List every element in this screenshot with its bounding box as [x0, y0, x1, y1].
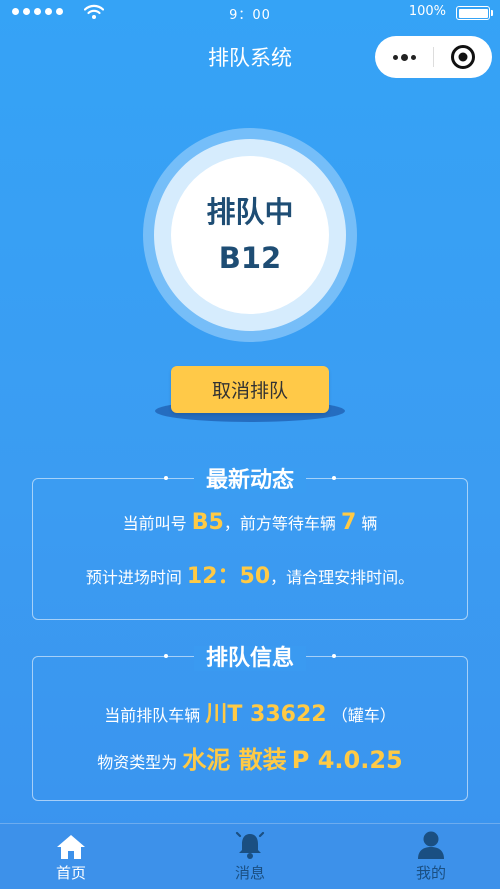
vehicle-plate-row: 当前排队车辆 川T 33622 （罐车）	[104, 702, 396, 727]
tab-home-label: 首页	[55, 864, 86, 882]
latest-news-title: 最新动态	[0, 462, 500, 494]
tab-profile[interactable]: 我的	[386, 830, 476, 883]
home-icon	[57, 835, 85, 859]
tab-bar: 首页 消息 我的	[0, 823, 500, 889]
tab-messages-label: 消息	[234, 864, 265, 882]
queue-status-ring: 排队中 B12	[143, 128, 357, 342]
queue-status-ring-inner: 排队中 B12	[154, 139, 346, 331]
bell-icon	[235, 831, 265, 859]
current-called-number: B5	[191, 510, 224, 535]
user-icon	[418, 831, 444, 859]
nav-bar: 排队系统	[0, 34, 500, 78]
material-spec: P 4.0.25	[291, 746, 403, 774]
vehicle-plate: 川T 33622	[205, 702, 327, 727]
estimated-entry-row: 预计进场时间 12：50，请合理安排时间。	[85, 564, 415, 589]
battery-icon	[456, 6, 493, 20]
queue-info-card	[32, 656, 468, 801]
material-type-row: 物资类型为 水泥 散装 P 4.0.25	[97, 746, 403, 774]
close-button[interactable]	[434, 44, 492, 70]
queue-info-title: 排队信息	[0, 640, 500, 672]
more-button[interactable]	[375, 36, 433, 78]
current-call-row: 当前叫号 B5，前方等待车辆 7 辆	[122, 510, 378, 535]
battery-percent: 100%	[408, 4, 446, 19]
tab-home[interactable]: 首页	[26, 830, 116, 883]
close-circle-icon	[451, 45, 475, 69]
tab-profile-label: 我的	[415, 864, 446, 882]
queue-status-circle: 排队中 B12	[171, 156, 329, 314]
queue-number: B12	[218, 241, 282, 275]
more-dots-icon	[392, 54, 398, 60]
tab-messages[interactable]: 消息	[205, 830, 295, 883]
mini-program-capsule	[375, 36, 492, 78]
status-bar: 9：00 100%	[0, 0, 500, 24]
estimated-entry-time: 12：50	[186, 564, 271, 589]
material-type: 水泥 散装	[182, 746, 287, 774]
cancel-queue-button[interactable]: 取消排队	[171, 366, 329, 413]
latest-news-card	[32, 478, 468, 620]
waiting-vehicle-count: 7	[340, 510, 357, 535]
queue-status-text: 排队中	[206, 195, 294, 229]
